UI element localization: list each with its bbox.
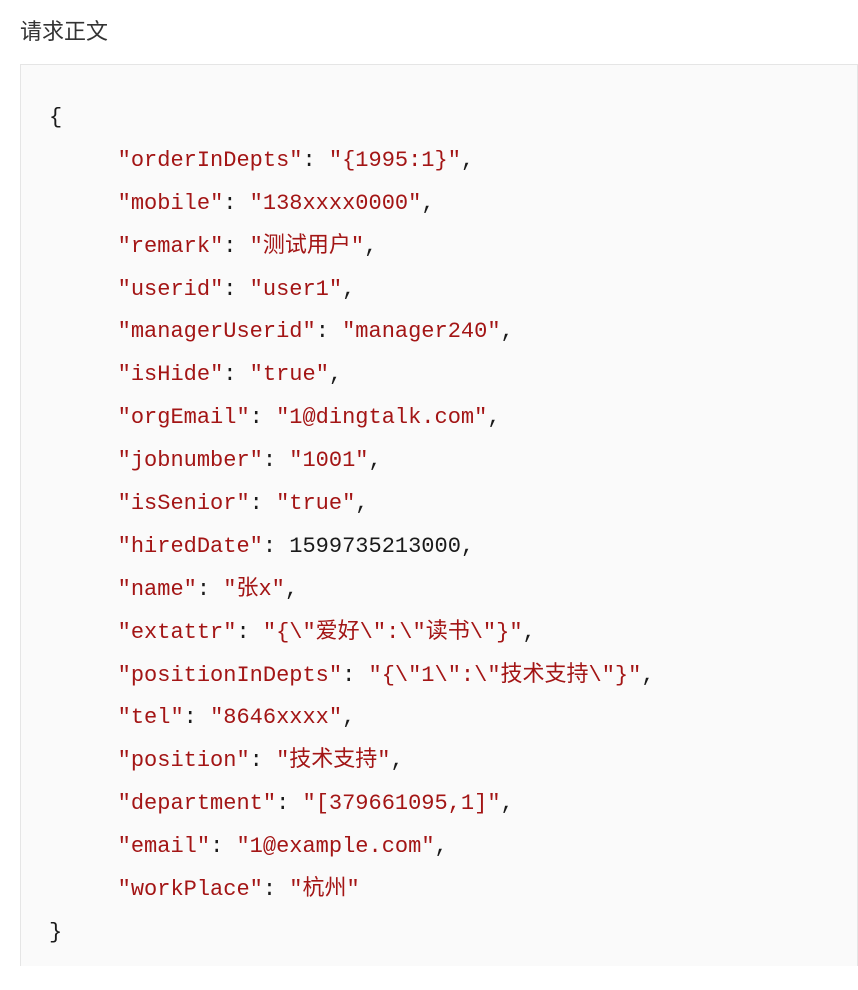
json-value: 杭州 <box>302 877 346 902</box>
json-value: 8646xxxx <box>223 705 329 730</box>
json-value: true <box>289 491 342 516</box>
json-key: jobnumber <box>131 448 250 473</box>
json-entry: "department": "[379661095,1]", <box>49 791 514 816</box>
json-key: position <box>131 748 237 773</box>
section-title: 请求正文 <box>20 14 858 46</box>
json-key: isHide <box>131 362 210 387</box>
json-key: name <box>131 577 184 602</box>
json-key: isSenior <box>131 491 237 516</box>
json-key: mobile <box>131 191 210 216</box>
json-key: orgEmail <box>131 405 237 430</box>
json-value: 测试用户 <box>263 234 351 259</box>
json-entry: "mobile": "138xxxx0000", <box>49 191 435 216</box>
json-key: email <box>131 834 197 859</box>
json-entry: "isSenior": "true", <box>49 491 369 516</box>
json-key: workPlace <box>131 877 250 902</box>
json-key: userid <box>131 277 210 302</box>
json-value: 张x <box>236 577 271 602</box>
json-entry: "positionInDepts": "{\"1\":\"技术支持\"}", <box>49 663 655 688</box>
json-entry: "extattr": "{\"爱好\":\"读书\"}", <box>49 620 536 645</box>
json-value: {\"爱好\":\"读书\"} <box>276 620 509 645</box>
json-entry: "tel": "8646xxxx", <box>49 705 355 730</box>
json-entry: "userid": "user1", <box>49 277 355 302</box>
json-entry: "hiredDate": 1599735213000, <box>49 534 474 559</box>
json-entry: "email": "1@example.com", <box>49 834 448 859</box>
json-value: [379661095,1] <box>316 791 488 816</box>
json-entry: "position": "技术支持", <box>49 748 404 773</box>
brace-open: { <box>49 105 62 130</box>
json-code-block: { "orderInDepts": "{1995:1}", "mobile": … <box>20 64 858 966</box>
json-value: 技术支持 <box>289 748 377 773</box>
json-value: 1@example.com <box>250 834 422 859</box>
json-value: {1995:1} <box>342 148 448 173</box>
json-entry: "workPlace": "杭州" <box>49 877 360 902</box>
json-entry: "orgEmail": "1@dingtalk.com", <box>49 405 501 430</box>
brace-close: } <box>49 920 62 945</box>
json-key: tel <box>131 705 171 730</box>
json-key: extattr <box>131 620 223 645</box>
json-key: hiredDate <box>131 534 250 559</box>
json-key: remark <box>131 234 210 259</box>
json-value: 138xxxx0000 <box>263 191 408 216</box>
json-key: managerUserid <box>131 319 303 344</box>
json-entry: "remark": "测试用户", <box>49 234 377 259</box>
json-entry: "orderInDepts": "{1995:1}", <box>49 148 474 173</box>
json-value: 1001 <box>302 448 355 473</box>
json-value: manager240 <box>355 319 487 344</box>
json-entry: "jobnumber": "1001", <box>49 448 382 473</box>
json-value: 1599735213000 <box>289 534 461 559</box>
json-value: true <box>263 362 316 387</box>
json-value: 1@dingtalk.com <box>289 405 474 430</box>
json-key: orderInDepts <box>131 148 289 173</box>
json-entry: "isHide": "true", <box>49 362 342 387</box>
json-entry: "name": "张x", <box>49 577 298 602</box>
json-key: department <box>131 791 263 816</box>
json-body: "orderInDepts": "{1995:1}", "mobile": "1… <box>49 148 655 902</box>
json-value: user1 <box>263 277 329 302</box>
json-value: {\"1\":\"技术支持\"} <box>382 663 628 688</box>
json-key: positionInDepts <box>131 663 329 688</box>
json-entry: "managerUserid": "manager240", <box>49 319 514 344</box>
